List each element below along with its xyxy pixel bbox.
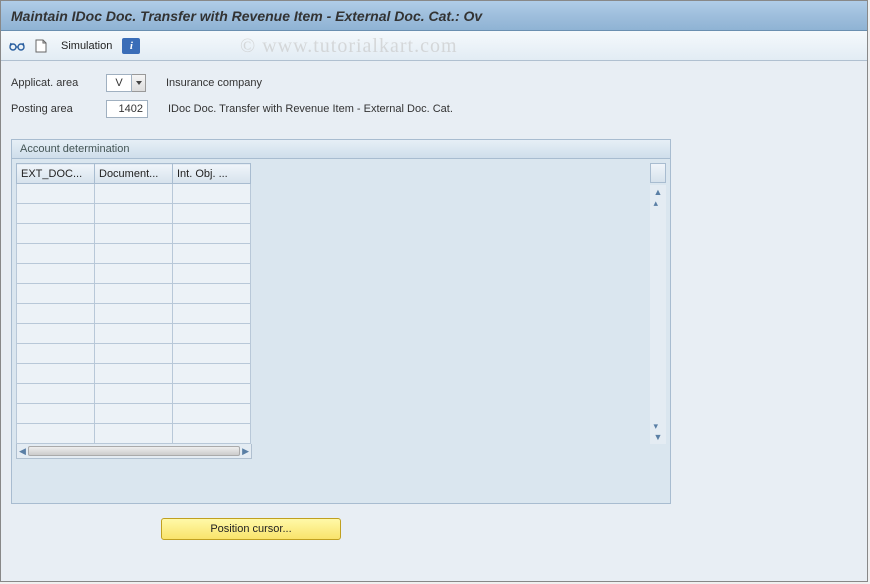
table-row[interactable] [17,384,251,404]
scroll-down-step-icon[interactable]: ▾ [654,421,663,431]
table-cell[interactable] [95,404,173,424]
data-grid[interactable]: EXT_DOC...Document...Int. Obj. ... [16,163,251,444]
scroll-down-icon[interactable]: ▼ [654,432,663,442]
hscroll-thumb[interactable] [28,446,240,456]
table-cell[interactable] [95,184,173,204]
table-row[interactable] [17,324,251,344]
applic-area-desc: Insurance company [166,77,262,89]
applic-area-label: Applicat. area [11,77,106,89]
table-row[interactable] [17,424,251,444]
table-cell[interactable] [95,424,173,444]
scroll-left-icon[interactable]: ◀ [19,446,26,457]
table-cell[interactable] [173,264,251,284]
scroll-up-icon[interactable]: ▲ [654,187,663,197]
posting-area-label: Posting area [11,103,106,115]
table-cell[interactable] [17,424,95,444]
table-cell[interactable] [17,264,95,284]
position-cursor-button[interactable]: Position cursor... [161,518,341,540]
table-cell[interactable] [17,324,95,344]
table-row[interactable] [17,284,251,304]
table-cell[interactable] [95,284,173,304]
info-icon[interactable]: i [122,38,140,54]
table-cell[interactable] [173,424,251,444]
field-row-posting-area: Posting area 1402 IDoc Doc. Transfer wit… [11,97,857,121]
table-cell[interactable] [173,304,251,324]
column-header[interactable]: EXT_DOC... [17,164,95,184]
table-cell[interactable] [95,204,173,224]
table-cell[interactable] [173,184,251,204]
horizontal-scrollbar[interactable]: ◀ ▶ [16,443,252,459]
panel-title: Account determination [12,140,670,159]
table-row[interactable] [17,344,251,364]
table-cell[interactable] [17,224,95,244]
applic-area-input[interactable]: V [106,74,132,92]
table-cell[interactable] [95,244,173,264]
account-determination-panel: Account determination EXT_DOC...Document… [11,139,671,504]
posting-area-desc: IDoc Doc. Transfer with Revenue Item - E… [168,103,453,115]
table-cell[interactable] [17,204,95,224]
applic-area-dropdown[interactable] [132,74,146,92]
title-bar: Maintain IDoc Doc. Transfer with Revenue… [1,1,867,31]
table-row[interactable] [17,404,251,424]
table-cell[interactable] [173,324,251,344]
grid-corner [650,163,666,183]
simulation-button[interactable]: Simulation [55,40,118,52]
glasses-icon[interactable] [7,36,27,56]
column-header[interactable]: Document... [95,164,173,184]
table-cell[interactable] [95,384,173,404]
table-row[interactable] [17,184,251,204]
scroll-up-step-icon[interactable]: ▴ [654,198,663,208]
table-cell[interactable] [17,384,95,404]
table-cell[interactable] [173,224,251,244]
table-cell[interactable] [95,344,173,364]
table-cell[interactable] [173,404,251,424]
table-cell[interactable] [17,244,95,264]
table-cell[interactable] [95,264,173,284]
field-row-applic-area: Applicat. area V Insurance company [11,71,857,95]
table-cell[interactable] [173,244,251,264]
table-cell[interactable] [173,284,251,304]
window-title: Maintain IDoc Doc. Transfer with Revenue… [11,8,482,24]
app-window: Maintain IDoc Doc. Transfer with Revenue… [0,0,868,582]
table-cell[interactable] [17,304,95,324]
table-cell[interactable] [173,204,251,224]
table-cell[interactable] [173,364,251,384]
table-cell[interactable] [17,364,95,384]
table-row[interactable] [17,264,251,284]
table-row[interactable] [17,224,251,244]
toolbar: Simulation i [1,31,867,61]
posting-area-input[interactable]: 1402 [106,100,148,118]
column-header[interactable]: Int. Obj. ... [173,164,251,184]
table-row[interactable] [17,204,251,224]
table-cell[interactable] [95,224,173,244]
panel-body: EXT_DOC...Document...Int. Obj. ... ▲ ▴ ▾ [12,159,670,503]
table-row[interactable] [17,364,251,384]
content-area: Applicat. area V Insurance company Posti… [1,61,867,550]
table-row[interactable] [17,304,251,324]
table-cell[interactable] [173,344,251,364]
new-page-icon[interactable] [31,36,51,56]
scroll-right-icon[interactable]: ▶ [242,446,249,457]
table-cell[interactable] [17,284,95,304]
table-row[interactable] [17,244,251,264]
table-cell[interactable] [17,184,95,204]
grid-filler: ▲ ▴ ▾ ▼ [251,163,666,444]
vertical-scrollbar[interactable]: ▲ ▴ ▾ ▼ [650,185,666,444]
table-cell[interactable] [95,324,173,344]
table-cell[interactable] [17,404,95,424]
table-cell[interactable] [173,384,251,404]
table-cell[interactable] [17,344,95,364]
table-cell[interactable] [95,364,173,384]
table-cell[interactable] [95,304,173,324]
